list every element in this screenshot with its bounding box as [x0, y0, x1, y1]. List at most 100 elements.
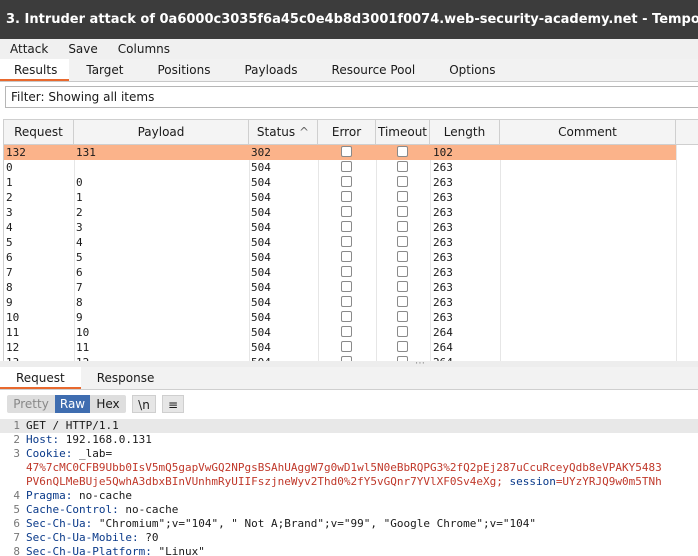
pretty-button[interactable]: Pretty [7, 395, 55, 413]
cell-length: 263 [433, 221, 453, 234]
col-comment[interactable]: Comment [500, 120, 676, 144]
error-checkbox [341, 341, 352, 352]
timeout-checkbox [397, 281, 408, 292]
menu-columns[interactable]: Columns [108, 39, 180, 59]
timeout-checkbox [397, 146, 408, 157]
cell-request: 3 [6, 206, 13, 219]
error-checkbox [341, 221, 352, 232]
line-code: Sec-Ch-Ua: "Chromium";v="104", " Not A;B… [26, 517, 536, 531]
cell-payload: 131 [76, 146, 96, 159]
menu-bar: Attack Save Columns [0, 39, 698, 59]
tab-resource-pool[interactable]: Resource Pool [315, 59, 433, 81]
cell-payload: 2 [76, 206, 83, 219]
header-name: Cookie: [26, 447, 73, 460]
cell-status: 504 [251, 176, 271, 189]
cell-length: 263 [433, 206, 453, 219]
cell-length: 263 [433, 236, 453, 249]
table-row[interactable]: 7 6 504 263 [4, 265, 676, 280]
table-row[interactable]: 2 1 504 263 [4, 190, 676, 205]
cell-status: 504 [251, 236, 271, 249]
col-error[interactable]: Error [318, 120, 376, 144]
table-row[interactable]: 9 8 504 263 [4, 295, 676, 310]
menu-save[interactable]: Save [58, 39, 107, 59]
header-value: GET / HTTP/1.1 [26, 419, 119, 432]
newline-toggle-button[interactable]: \n [132, 395, 156, 413]
cell-payload: 1 [76, 191, 83, 204]
cell-length: 263 [433, 296, 453, 309]
error-checkbox [341, 206, 352, 217]
cell-status: 504 [251, 296, 271, 309]
cell-length: 264 [433, 326, 453, 339]
error-checkbox [341, 236, 352, 247]
editor-line: 8 Sec-Ch-Ua-Platform: "Linux" [0, 545, 698, 556]
line-code: Sec-Ch-Ua-Mobile: ?0 [26, 531, 158, 545]
raw-button[interactable]: Raw [55, 395, 90, 413]
cell-status: 504 [251, 326, 271, 339]
tab-target[interactable]: Target [69, 59, 140, 81]
request-editor[interactable]: 1 GET / HTTP/1.1 2 Host: 192.168.0.131 3 Cook… [0, 419, 698, 556]
cell-request: 132 [6, 146, 26, 159]
line-code: Pragma: no-cache [26, 489, 132, 503]
cell-status: 504 [251, 206, 271, 219]
header-name: Sec-Ch-Ua: [26, 517, 93, 530]
hamburger-menu-icon[interactable]: ≡ [162, 395, 184, 413]
table-row[interactable]: 0 504 263 [4, 160, 676, 175]
error-checkbox [341, 326, 352, 337]
timeout-checkbox [397, 311, 408, 322]
cell-status: 504 [251, 266, 271, 279]
table-row[interactable]: 132 131 302 102 [4, 145, 676, 160]
table-row[interactable]: 12 11 504 264 [4, 340, 676, 355]
header-value: 192.168.0.131 [59, 433, 152, 446]
col-payload[interactable]: Payload [74, 120, 249, 144]
col-status[interactable]: Status ^ [249, 120, 318, 144]
filter-bar[interactable]: Filter: Showing all items [5, 86, 698, 108]
table-row[interactable]: 8 7 504 263 [4, 280, 676, 295]
header-name: Sec-Ch-Ua-Mobile: [26, 531, 139, 544]
cell-length: 263 [433, 191, 453, 204]
line-number: 1 [13, 419, 20, 432]
table-row[interactable]: 10 9 504 263 [4, 310, 676, 325]
editor-line: 5 Cache-Control: no-cache [0, 503, 698, 517]
tab-payloads[interactable]: Payloads [227, 59, 314, 81]
line-number: 4 [13, 489, 20, 502]
cell-request: 1 [6, 176, 13, 189]
cookie-value: =UYzYRJQ9w0m5TNh [555, 475, 662, 488]
error-checkbox [341, 191, 352, 202]
timeout-checkbox [397, 206, 408, 217]
menu-attack[interactable]: Attack [0, 39, 58, 59]
cell-request: 7 [6, 266, 13, 279]
table-row[interactable]: 4 3 504 263 [4, 220, 676, 235]
header-name: Pragma: [26, 489, 73, 502]
col-length[interactable]: Length [430, 120, 500, 144]
col-timeout[interactable]: Timeout [376, 120, 430, 144]
line-code: PV6nQLMeBUje5QwhA3dbxBInVUnhmRyUIIFszjne… [26, 475, 662, 489]
line-number: 5 [13, 503, 20, 516]
detail-tabs: Request Response [0, 367, 698, 390]
col-request[interactable]: Request [4, 120, 74, 144]
tab-options[interactable]: Options [432, 59, 512, 81]
cell-status: 504 [251, 251, 271, 264]
cell-payload: 8 [76, 296, 83, 309]
table-row[interactable]: 3 2 504 263 [4, 205, 676, 220]
cell-status: 504 [251, 191, 271, 204]
cell-length: 263 [433, 281, 453, 294]
tab-response[interactable]: Response [81, 367, 171, 389]
tab-positions[interactable]: Positions [140, 59, 227, 81]
cell-request: 11 [6, 326, 20, 339]
table-row[interactable]: 11 10 504 264 [4, 325, 676, 340]
line-number: 7 [13, 531, 20, 544]
table-row[interactable]: 1 0 504 263 [4, 175, 676, 190]
tab-results[interactable]: Results [0, 59, 70, 81]
cell-payload: 3 [76, 221, 83, 234]
editor-line: 3 Cookie: _lab= [0, 447, 698, 461]
timeout-checkbox [397, 326, 408, 337]
cell-payload: 11 [76, 341, 90, 354]
header-value: "Linux" [151, 545, 205, 556]
hex-button[interactable]: Hex [90, 395, 126, 413]
cell-payload: 4 [76, 236, 83, 249]
table-row[interactable]: 6 5 504 263 [4, 250, 676, 265]
cell-request: 10 [6, 311, 20, 324]
table-row[interactable]: 5 4 504 263 [4, 235, 676, 250]
column-divider [676, 145, 677, 362]
tab-request[interactable]: Request [0, 367, 81, 389]
